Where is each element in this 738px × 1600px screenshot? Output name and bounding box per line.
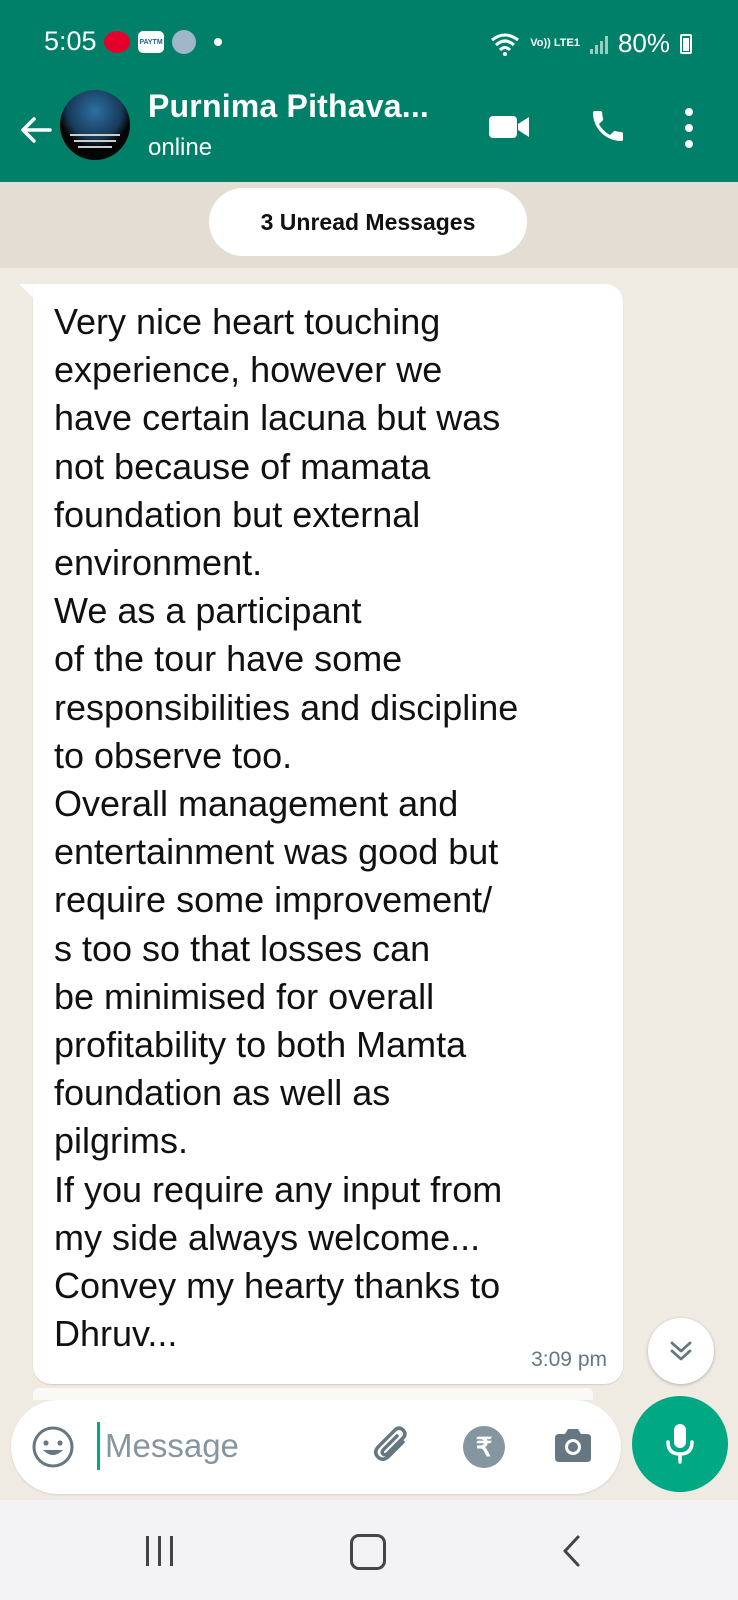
text-cursor (97, 1422, 100, 1470)
home-icon[interactable] (350, 1534, 386, 1570)
scroll-down-icon (670, 1341, 692, 1361)
contact-name[interactable]: Purnima Pithava... (148, 88, 429, 125)
app-notification-icon (172, 30, 196, 54)
camera-icon[interactable] (551, 1424, 595, 1468)
chat-header: Purnima Pithava... online (0, 86, 738, 182)
emoji-icon[interactable] (31, 1425, 75, 1469)
notification-icons: PAYTM (104, 30, 222, 54)
rupee-icon[interactable]: ₹ (463, 1426, 505, 1468)
attach-icon[interactable] (369, 1422, 417, 1470)
chat-area[interactable]: 3 Unread Messages Very nice heart touchi… (0, 182, 738, 1500)
next-message-bubble (33, 1388, 593, 1400)
mic-icon (666, 1424, 694, 1464)
contact-status: online (148, 134, 213, 161)
message-composer: ₹ (11, 1400, 621, 1494)
unread-divider: 3 Unread Messages (0, 182, 738, 268)
video-call-icon[interactable] (487, 112, 531, 142)
system-nav-bar (0, 1500, 738, 1600)
phone-icon[interactable] (588, 106, 628, 146)
scroll-down-button[interactable] (648, 1318, 714, 1384)
contact-avatar[interactable] (60, 90, 130, 160)
more-options-icon[interactable] (684, 108, 694, 148)
paytm-icon: PAYTM (138, 31, 164, 53)
nav-back-icon[interactable] (560, 1534, 584, 1568)
status-bar: 5:05 PAYTM Vo)) LTE1 80% (0, 0, 738, 86)
battery-percent: 80% (617, 28, 670, 58)
unread-messages-pill: 3 Unread Messages (209, 188, 527, 256)
message-time: 3:09 pm (531, 1348, 607, 1371)
battery-icon (680, 33, 692, 54)
message-bubble[interactable]: Very nice heart touching experience, how… (33, 284, 623, 1384)
lte-indicator: Vo)) LTE1 (530, 37, 580, 49)
back-arrow-icon[interactable] (16, 110, 56, 150)
airtel-icon (104, 31, 130, 53)
status-time: 5:05 (44, 26, 97, 56)
message-input[interactable] (101, 1414, 349, 1478)
recent-apps-icon[interactable] (146, 1536, 173, 1566)
more-notifications-dot (214, 38, 222, 46)
signal-icon (589, 34, 608, 54)
mic-button[interactable] (632, 1396, 728, 1492)
wifi-icon (491, 33, 520, 56)
message-text: Very nice heart touching experience, how… (54, 301, 519, 1355)
system-indicators: Vo)) LTE1 80% (490, 28, 692, 59)
